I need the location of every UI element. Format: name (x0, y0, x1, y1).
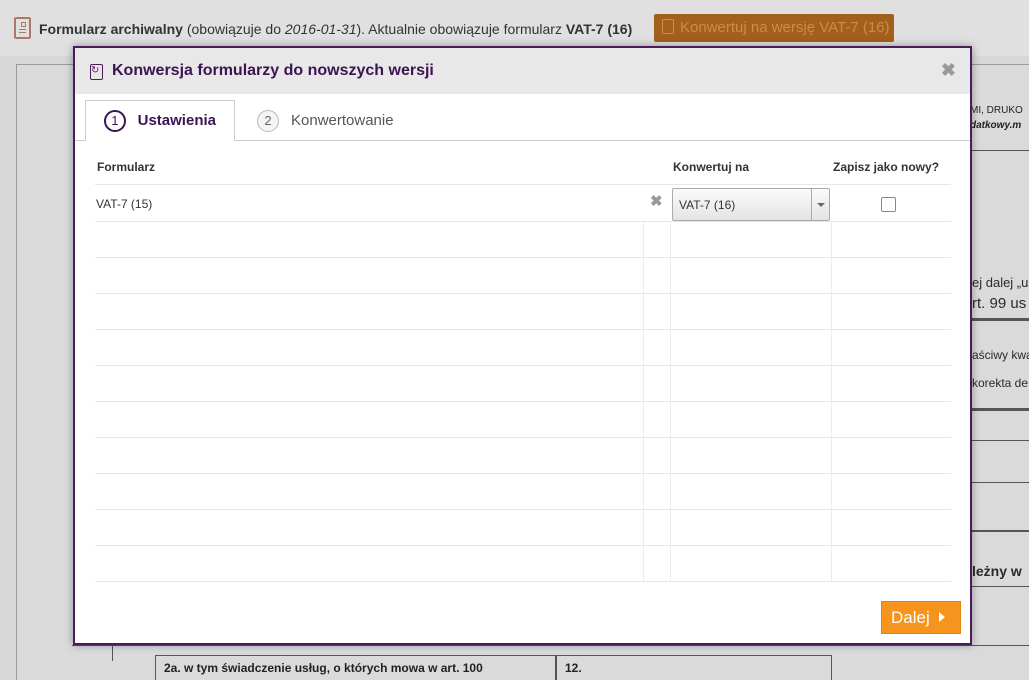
save-as-new-checkbox[interactable] (881, 197, 896, 212)
doc-field-number: 12. (556, 655, 832, 680)
grid-line (95, 221, 951, 222)
grid-line (95, 365, 951, 366)
step-number-badge: 1 (104, 109, 126, 132)
doc-fragment-text: datkowy.m (970, 120, 1022, 131)
doc-divider (971, 530, 1029, 532)
column-header-save-as-new: Zapisz jako nowy? (833, 160, 940, 174)
step-number-badge: 2 (257, 109, 279, 132)
doc-fragment-text: rt. 99 us (972, 295, 1027, 312)
conversion-dialog: Konwersja formularzy do nowszych wersji … (73, 46, 972, 645)
grid-line (643, 221, 644, 581)
grid-line (95, 293, 951, 294)
convert-icon (662, 19, 674, 34)
select-value: VAT-7 (16) (679, 198, 736, 212)
grid-line (95, 401, 951, 402)
doc-divider (971, 150, 1029, 151)
grid-line (95, 184, 951, 185)
doc-fragment-text: aściwy kwa (972, 348, 1029, 362)
doc-divider (971, 408, 1029, 411)
doc-fragment-text: korekta de (972, 376, 1029, 390)
wizard-tabs: 1 Ustawienia 2 Konwertowanie (75, 94, 970, 141)
chevron-down-icon (811, 189, 829, 220)
dialog-header: Konwersja formularzy do nowszych wersji … (75, 48, 970, 94)
convert-version-button[interactable]: Konwertuj na wersję VAT-7 (16) (654, 14, 894, 42)
grid-line (95, 473, 951, 474)
play-arrow-icon (938, 612, 945, 622)
grid-line (95, 257, 951, 258)
grid-line (670, 221, 671, 581)
doc-divider (971, 586, 1029, 587)
grid-line (95, 509, 951, 510)
column-header-form: Formularz (97, 160, 156, 174)
tab-converting[interactable]: 2 Konwertowanie (239, 100, 412, 141)
doc-field-label: 2a. w tym świadczenie usług, o których m… (155, 655, 556, 680)
column-header-convert-to: Konwertuj na (673, 160, 750, 174)
grid-line (95, 437, 951, 438)
convert-to-select[interactable]: VAT-7 (16) (672, 188, 830, 221)
tab-settings[interactable]: 1 Ustawienia (85, 100, 235, 141)
close-icon[interactable]: ✖ (941, 61, 956, 79)
form-name-cell: VAT-7 (15) (96, 197, 153, 211)
dialog-title: Konwersja formularzy do nowszych wersji (112, 62, 434, 79)
grid-line (831, 221, 832, 581)
doc-fragment-text: leżny w (972, 563, 1022, 579)
archive-notice-text: Formularz archiwalny (obowiązuje do 2016… (39, 21, 633, 37)
doc-fragment-text: MI, DRUKO (970, 105, 1023, 116)
doc-fragment-text: ej dalej „us (972, 275, 1029, 290)
doc-divider (971, 440, 1029, 441)
grid-line (95, 581, 951, 582)
doc-divider (112, 645, 113, 661)
grid-line (95, 545, 951, 546)
tab-label: Konwertowanie (291, 112, 394, 129)
doc-divider (971, 318, 1029, 321)
doc-divider (971, 482, 1029, 483)
archive-form-icon (14, 17, 31, 39)
grid-line (95, 329, 951, 330)
next-button[interactable]: Dalej (881, 601, 961, 634)
remove-row-icon[interactable]: ✖ (650, 194, 663, 209)
tab-label: Ustawienia (137, 112, 216, 129)
convert-icon (90, 64, 103, 80)
